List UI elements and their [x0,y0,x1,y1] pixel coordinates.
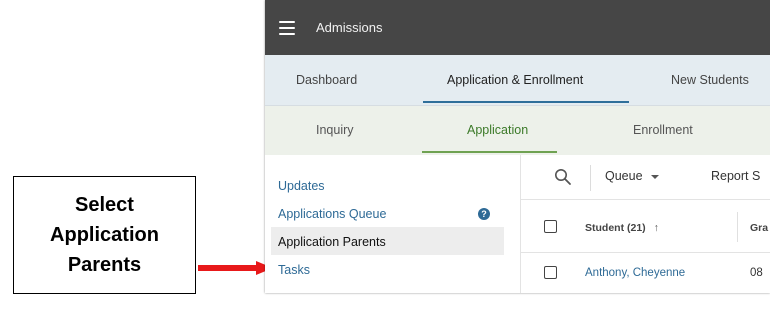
column-header-grade[interactable]: Gra [750,222,768,234]
queue-dropdown[interactable]: Queue [605,169,659,183]
sidebar-item-applications-queue[interactable]: Applications Queue [278,207,386,221]
active-tab-indicator [423,101,629,103]
column-student-label: Student (21) [585,222,646,234]
instruction-callout: Select Application Parents [13,176,196,294]
active-subtab-indicator [422,151,557,153]
toolbar: Queue Report S [521,155,770,200]
tab-enrollment[interactable]: Enrollment [633,106,693,154]
search-icon[interactable] [554,168,572,186]
column-header-student[interactable]: Student (21) ↑ [585,222,659,234]
select-all-checkbox[interactable] [544,220,557,233]
app-header: Admissions [265,0,770,55]
sidebar: Updates Applications Queue ? Application… [265,155,521,293]
column-divider [737,212,738,242]
queue-label: Queue [605,169,643,183]
grade-cell: 08 [750,267,763,279]
row-checkbox[interactable] [544,266,557,279]
sidebar-item-updates[interactable]: Updates [278,179,325,193]
primary-tabs: Dashboard Application & Enrollment New S… [265,55,770,106]
callout-arrow-icon [198,261,273,275]
report-menu[interactable]: Report S [711,169,760,183]
app-title: Admissions [316,20,383,35]
main-content: Queue Report S Student (21) ↑ Gra Anthony… [521,155,770,293]
student-name-link[interactable]: Anthony, Cheyenne [585,267,685,279]
callout-line-2: Application [50,224,159,246]
tab-dashboard[interactable]: Dashboard [296,55,357,105]
tab-application-enrollment[interactable]: Application & Enrollment [447,55,583,105]
toolbar-divider [590,165,591,191]
admissions-app: Admissions Dashboard Application & Enrol… [265,0,770,293]
menu-icon[interactable] [279,20,295,35]
secondary-tabs: Inquiry Application Enrollment [265,106,770,156]
table-row: Anthony, Cheyenne 08 [521,253,770,293]
sort-up-icon[interactable]: ↑ [654,222,659,234]
tab-inquiry[interactable]: Inquiry [316,106,354,154]
callout-line-3: Parents [67,254,142,276]
help-icon[interactable]: ? [478,208,490,220]
tab-new-students[interactable]: New Students [671,55,749,105]
chevron-down-icon [650,174,659,179]
table-header: Student (21) ↑ Gra [521,200,770,253]
tab-application[interactable]: Application [467,106,528,154]
callout-line-1: Select [75,194,134,216]
sidebar-item-application-parents[interactable]: Application Parents [278,235,386,249]
sidebar-item-tasks[interactable]: Tasks [278,263,310,277]
